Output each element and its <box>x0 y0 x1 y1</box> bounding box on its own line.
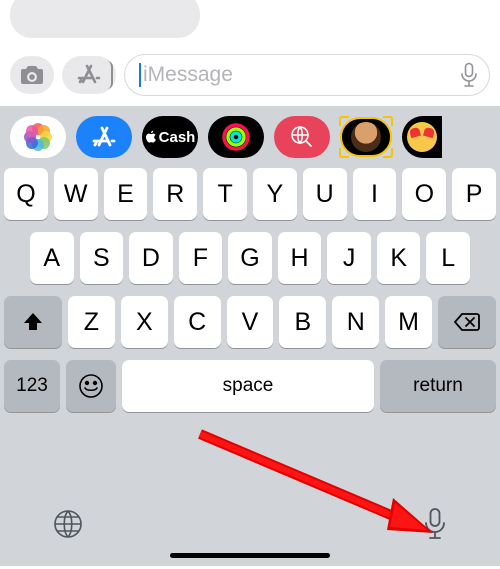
key-v[interactable]: V <box>227 296 274 348</box>
camera-button[interactable] <box>10 56 54 94</box>
text-cursor <box>139 63 141 87</box>
key-m[interactable]: M <box>385 296 432 348</box>
keyboard: Cash Q W E R T Y U <box>0 106 500 566</box>
key-k[interactable]: K <box>377 232 421 284</box>
emoji-face-icon <box>407 122 437 152</box>
space-key[interactable]: space <box>122 360 374 412</box>
apple-cash-label: Cash <box>159 129 196 146</box>
key-l[interactable]: L <box>426 232 470 284</box>
key-r[interactable]: R <box>153 168 197 220</box>
keyboard-row-1: Q W E R T Y U I O P <box>4 168 496 220</box>
camera-icon <box>19 64 45 86</box>
message-placeholder: iMessage <box>143 63 459 87</box>
key-h[interactable]: H <box>278 232 322 284</box>
key-t[interactable]: T <box>203 168 247 220</box>
app-store-a-icon <box>74 62 104 88</box>
activity-rings-icon <box>221 122 251 152</box>
key-g[interactable]: G <box>228 232 272 284</box>
home-indicator[interactable] <box>170 553 330 558</box>
apps-button[interactable] <box>62 56 116 94</box>
app-search[interactable] <box>274 116 330 158</box>
emoji-icon <box>78 373 104 399</box>
keyboard-row-2: A S D F G H J K L <box>4 232 496 284</box>
keyboard-row-3: Z X C V B N M <box>4 296 496 348</box>
emoji-key[interactable] <box>66 360 116 412</box>
key-q[interactable]: Q <box>4 168 48 220</box>
conversation-area <box>0 0 500 50</box>
key-o[interactable]: O <box>402 168 446 220</box>
dictation-mic-icon[interactable] <box>422 507 448 541</box>
app-applecash[interactable]: Cash <box>142 116 198 158</box>
app-emoji-hearts[interactable] <box>402 116 442 158</box>
key-y[interactable]: Y <box>253 168 297 220</box>
apple-icon <box>145 130 157 144</box>
backspace-icon <box>453 311 481 333</box>
key-p[interactable]: P <box>452 168 496 220</box>
shift-icon <box>21 310 45 334</box>
key-s[interactable]: S <box>80 232 124 284</box>
key-b[interactable]: B <box>279 296 326 348</box>
key-j[interactable]: J <box>327 232 371 284</box>
key-x[interactable]: X <box>121 296 168 348</box>
key-d[interactable]: D <box>129 232 173 284</box>
key-u[interactable]: U <box>303 168 347 220</box>
app-store-icon <box>90 124 118 150</box>
return-key[interactable]: return <box>380 360 496 412</box>
app-strip[interactable]: Cash <box>0 114 500 168</box>
key-i[interactable]: I <box>353 168 397 220</box>
backspace-key[interactable] <box>438 296 496 348</box>
mic-icon[interactable] <box>459 62 479 88</box>
app-fitness[interactable] <box>208 116 264 158</box>
globe-icon[interactable] <box>52 508 84 540</box>
photos-icon <box>23 122 53 152</box>
key-c[interactable]: C <box>174 296 221 348</box>
app-appstore[interactable] <box>76 116 132 158</box>
key-w[interactable]: W <box>54 168 98 220</box>
key-f[interactable]: F <box>179 232 223 284</box>
key-n[interactable]: N <box>332 296 379 348</box>
keyboard-row-4: 123 space return <box>4 360 496 412</box>
key-e[interactable]: E <box>104 168 148 220</box>
app-photos[interactable] <box>10 116 66 158</box>
shift-key[interactable] <box>4 296 62 348</box>
key-z[interactable]: Z <box>68 296 115 348</box>
numeric-key[interactable]: 123 <box>4 360 60 412</box>
message-input[interactable]: iMessage <box>124 54 490 96</box>
received-message-bubble <box>10 0 200 38</box>
globe-search-icon <box>288 123 316 151</box>
compose-row: iMessage <box>0 50 500 106</box>
app-memoji[interactable] <box>340 117 392 157</box>
memoji-avatar-icon <box>351 122 381 152</box>
key-a[interactable]: A <box>30 232 74 284</box>
